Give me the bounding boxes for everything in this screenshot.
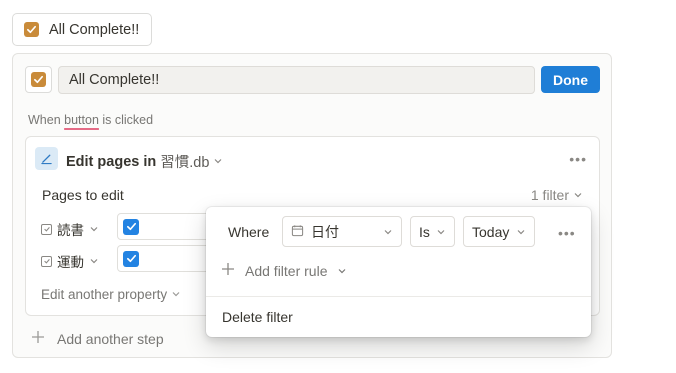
button-label: All Complete!! (49, 21, 140, 38)
database-selector[interactable]: 習慣.db (160, 151, 209, 172)
property-name: 読書 (57, 223, 84, 238)
property-value-field[interactable] (117, 245, 217, 272)
checkbox-icon (24, 22, 39, 37)
done-button[interactable]: Done (541, 66, 600, 93)
more-dots-icon[interactable]: ••• (558, 225, 576, 241)
filter-property-select[interactable]: 日付 (282, 216, 402, 247)
all-complete-button[interactable]: All Complete!! (12, 13, 152, 46)
checkbox-property-icon (41, 223, 52, 235)
pages-to-edit-label: Pages to edit (42, 187, 124, 203)
calendar-icon (291, 224, 304, 240)
chevron-down-icon (89, 222, 99, 237)
chevron-down-icon (337, 263, 347, 279)
chevron-down-icon (171, 287, 181, 302)
trigger-description: When button is clicked (28, 113, 154, 127)
chevron-down-icon (436, 224, 446, 240)
chevron-down-icon (573, 187, 583, 203)
trigger-button-link[interactable]: button (64, 113, 99, 127)
checkbox[interactable] (123, 250, 139, 267)
chevron-down-icon (516, 224, 526, 240)
divider (206, 296, 591, 297)
property-value-field[interactable] (117, 213, 217, 240)
checkbox-property-icon (41, 255, 52, 267)
filter-popup: Where 日付 Is Today ••• Add filter rule De… (206, 207, 591, 337)
button-icon-picker[interactable] (25, 66, 52, 93)
more-dots-icon[interactable]: ••• (569, 151, 587, 167)
chevron-down-icon (383, 224, 393, 240)
filter-value-select[interactable]: Today (463, 216, 535, 247)
filter-operator-select[interactable]: Is (410, 216, 455, 247)
plus-icon (221, 262, 235, 279)
delete-filter-button[interactable]: Delete filter (222, 309, 293, 325)
where-label: Where (228, 224, 270, 240)
property-name: 運動 (57, 255, 84, 270)
checkbox-icon (31, 72, 46, 87)
property-row[interactable]: 運動 (41, 251, 99, 271)
filter-count-button[interactable]: 1 filter (531, 187, 583, 203)
button-name-input[interactable] (58, 66, 535, 94)
add-another-step-button[interactable]: Add another step (31, 330, 164, 347)
checkbox[interactable] (123, 218, 139, 235)
property-row[interactable]: 読書 (41, 219, 99, 239)
edit-another-property-button[interactable]: Edit another property (41, 287, 181, 302)
chevron-down-icon (89, 254, 99, 269)
plus-icon (31, 330, 45, 347)
step-title[interactable]: Edit pages in 習慣.db (66, 151, 223, 172)
add-filter-rule-button[interactable]: Add filter rule (221, 262, 347, 279)
chevron-down-icon (213, 154, 223, 170)
edit-pen-icon (35, 147, 58, 170)
